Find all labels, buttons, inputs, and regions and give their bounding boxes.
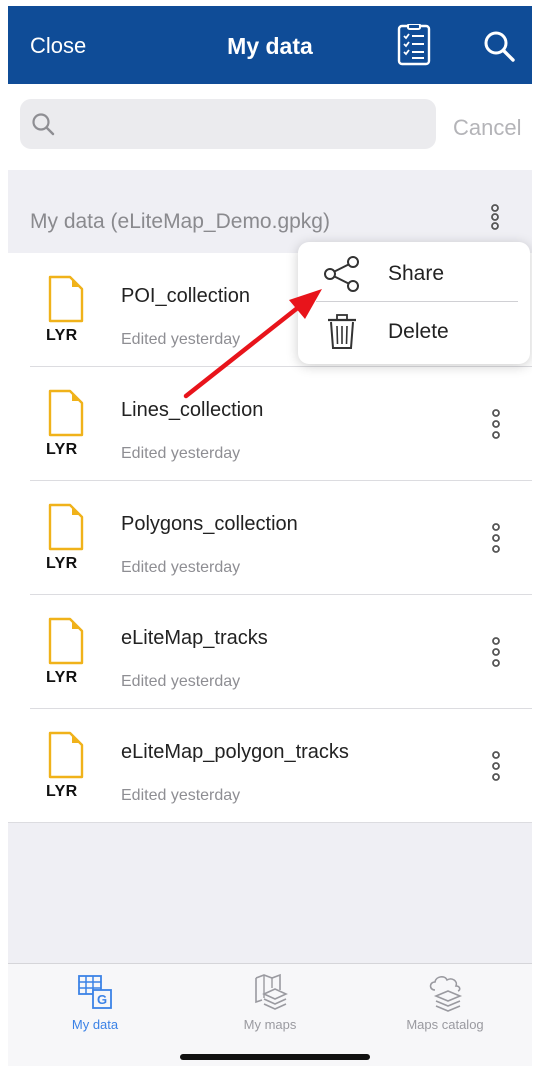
file-edited-time: Edited yesterday (121, 787, 241, 804)
share-icon (322, 255, 362, 293)
tab-maps-catalog[interactable]: Maps catalog (358, 964, 532, 1044)
tab-bar: G My data My maps Maps catalog (8, 963, 532, 1066)
layer-file-icon: LYR (44, 389, 88, 465)
map-layers-icon (250, 972, 290, 1012)
list-item[interactable]: LYR Lines_collection Edited yesterday (8, 367, 532, 481)
search-bar: Cancel (8, 84, 532, 170)
list-item[interactable]: LYR Polygons_collection Edited yesterday (8, 481, 532, 595)
tab-label: Maps catalog (406, 1017, 484, 1032)
cancel-button[interactable]: Cancel (453, 115, 521, 141)
more-options-icon[interactable] (488, 204, 502, 230)
checklist-icon[interactable] (397, 23, 431, 66)
file-name: Lines_collection (121, 399, 264, 421)
file-type-badge: LYR (46, 669, 78, 686)
svg-text:G: G (97, 992, 107, 1007)
more-options-icon[interactable] (489, 749, 503, 789)
tab-label: My maps (243, 1017, 297, 1032)
file-name: POI_collection (121, 285, 250, 307)
file-edited-time: Edited yesterday (121, 559, 241, 576)
cloud-layers-icon (425, 972, 465, 1012)
file-name: Polygons_collection (121, 513, 298, 535)
more-options-icon[interactable] (489, 521, 503, 561)
row-divider (8, 822, 532, 823)
file-type-badge: LYR (46, 327, 78, 344)
delete-menu-item[interactable]: Delete (298, 304, 530, 360)
search-field-icon (30, 111, 56, 137)
file-type-badge: LYR (46, 441, 78, 458)
file-type-badge: LYR (46, 555, 78, 572)
context-menu: Share Delete (298, 242, 530, 364)
trash-icon (322, 313, 362, 351)
list-item[interactable]: LYR eLiteMap_tracks Edited yesterday (8, 595, 532, 709)
file-edited-time: Edited yesterday (121, 673, 241, 690)
layer-file-icon: LYR (44, 617, 88, 693)
file-name: eLiteMap_polygon_tracks (121, 741, 349, 763)
home-indicator[interactable] (180, 1054, 370, 1060)
more-options-icon[interactable] (489, 635, 503, 675)
search-icon[interactable] (482, 29, 516, 63)
search-field-container[interactable] (20, 99, 436, 149)
file-edited-time: Edited yesterday (121, 331, 241, 348)
layer-file-icon: LYR (44, 503, 88, 579)
file-name: eLiteMap_tracks (121, 627, 268, 649)
tab-my-data[interactable]: G My data (8, 964, 182, 1044)
list-item[interactable]: LYR eLiteMap_polygon_tracks Edited yeste… (8, 709, 532, 823)
delete-label: Delete (388, 320, 449, 343)
grid-g-icon: G (75, 972, 115, 1012)
file-edited-time: Edited yesterday (121, 445, 241, 462)
layer-file-icon: LYR (44, 275, 88, 351)
page-title: My data (227, 33, 313, 59)
share-label: Share (388, 262, 445, 285)
section-title: My data (eLiteMap_Demo.gpkg) (30, 210, 330, 233)
more-options-icon[interactable] (489, 407, 503, 447)
tab-label: My data (71, 1017, 119, 1032)
layer-file-icon: LYR (44, 731, 88, 807)
search-input[interactable] (62, 99, 422, 149)
menu-divider (316, 301, 518, 302)
file-type-badge: LYR (46, 783, 78, 800)
tab-my-maps[interactable]: My maps (183, 964, 357, 1044)
share-menu-item[interactable]: Share (298, 246, 530, 302)
nav-header: Close My data (8, 6, 532, 84)
app-screen: Close My data Cancel My data (eLiteMap_D… (8, 6, 532, 1066)
